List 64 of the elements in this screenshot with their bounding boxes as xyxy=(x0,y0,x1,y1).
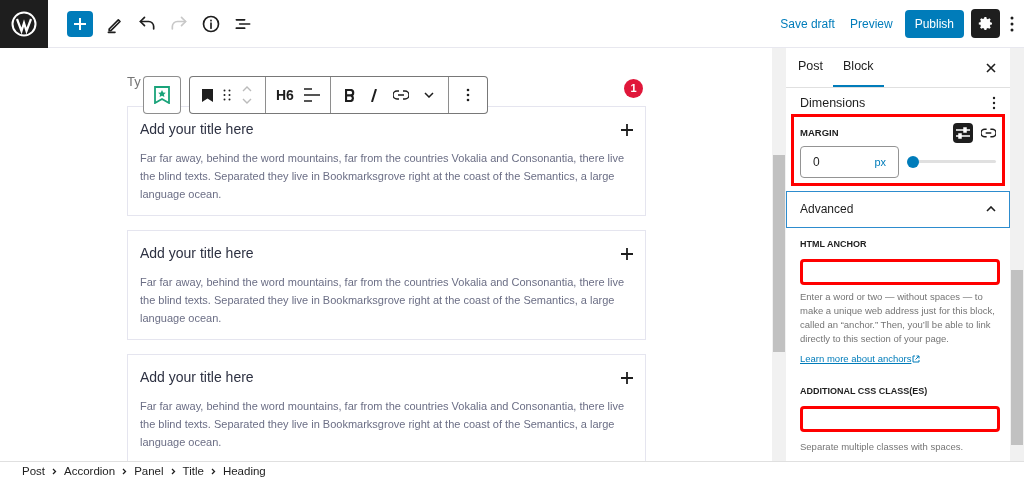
scrollbar[interactable] xyxy=(1010,48,1024,461)
plus-icon[interactable] xyxy=(621,371,633,384)
heading-level-button[interactable]: H6 xyxy=(276,84,294,106)
link-icon[interactable] xyxy=(392,90,409,100)
unit-label[interactable]: px xyxy=(874,153,886,170)
field-label: ADDITIONAL CSS CLASS(ES) xyxy=(800,384,929,398)
plus-icon[interactable] xyxy=(621,247,633,260)
panel-title[interactable]: Add your title here xyxy=(140,367,254,388)
margin-label: MARGIN xyxy=(800,125,839,140)
save-draft-link[interactable]: Save draft xyxy=(780,14,835,33)
bold-icon[interactable] xyxy=(344,88,355,102)
add-block-button[interactable] xyxy=(67,10,93,37)
sidebar-tab[interactable]: Post xyxy=(788,48,833,87)
advanced-panel-header[interactable]: Advanced xyxy=(786,190,1010,228)
external-link-icon xyxy=(912,355,921,364)
panel-body: Far far away, behind the word mountains, far from the countries Vokalia and Consonantia, there live the blind texts. Separated they live in Bookmarksgrove right at the coast of the Semantics, a large language ocean. xyxy=(140,151,626,202)
bookmark-star-icon xyxy=(154,86,170,104)
margin-input[interactable]: 0 px xyxy=(800,145,899,178)
margin-slider[interactable] xyxy=(907,155,996,168)
plus-icon[interactable] xyxy=(621,123,633,136)
block-type-button[interactable] xyxy=(143,76,181,114)
field-label: HTML ANCHOR xyxy=(800,237,868,251)
breadcrumb-link[interactable]: Panel xyxy=(134,462,164,481)
help-text: Separate multiple classes with spaces. xyxy=(800,440,965,454)
breadcrumb-link[interactable]: Title xyxy=(182,462,204,481)
more-options-icon[interactable] xyxy=(465,88,470,102)
info-icon xyxy=(201,13,221,34)
sidebar-tab[interactable]: Block xyxy=(833,48,884,87)
plus-icon xyxy=(73,16,87,31)
panel-title[interactable]: Add your title here xyxy=(140,119,254,140)
drag-handle-icon[interactable] xyxy=(223,89,231,101)
panel-title[interactable]: Add your title here xyxy=(140,243,254,264)
gear-icon xyxy=(977,15,994,32)
close-icon[interactable] xyxy=(986,62,996,73)
chevron-right-icon xyxy=(210,468,216,475)
bookmark-icon[interactable] xyxy=(202,88,213,102)
section-title: Dimensions xyxy=(800,95,866,112)
breadcrumb-link[interactable]: Accordion xyxy=(64,462,116,481)
panel-body: Far far away, behind the word mountains, far from the countries Vokalia and Consonantia, there live the blind texts. Separated they live in Bookmarksgrove right at the coast of the Semantics, a large language ocean. xyxy=(140,399,626,450)
chevron-right-icon xyxy=(122,468,128,475)
notification-badge: 1 xyxy=(624,79,643,98)
learn-more-link[interactable]: Learn more about anchors xyxy=(800,352,996,367)
preview-link[interactable]: Preview xyxy=(849,14,893,33)
align-icon[interactable] xyxy=(303,88,320,102)
breadcrumb-link[interactable]: Post xyxy=(22,462,45,481)
css-class-input[interactable] xyxy=(800,406,1000,432)
wordpress-logo[interactable] xyxy=(0,0,48,48)
html-anchor-input[interactable] xyxy=(800,259,1000,286)
scrollbar[interactable] xyxy=(772,48,786,461)
chevron-right-icon xyxy=(170,468,176,475)
chevron-up-icon xyxy=(986,206,996,213)
breadcrumb-link[interactable]: Heading xyxy=(222,462,266,481)
more-options-icon[interactable] xyxy=(1010,15,1014,32)
publish-button[interactable]: Publish xyxy=(904,9,964,38)
chevron-right-icon xyxy=(52,468,57,475)
italic-icon[interactable] xyxy=(369,88,378,102)
chevron-down-icon[interactable] xyxy=(423,92,434,98)
more-options-icon[interactable] xyxy=(992,96,996,111)
block-placeholder[interactable]: Ty xyxy=(127,72,141,96)
panel-body: Far far away, behind the word mountains, far from the countries Vokalia and Consonantia, there live the blind texts. Separated they live in Bookmarksgrove right at the coast of the Semantics, a large language ocean. xyxy=(140,275,626,326)
help-text: Enter a word or two — without spaces — to make a unique web address just for this block, called an “anchor.” Then, you’ll be able to link directly to this section of your page. xyxy=(800,290,996,347)
link-icon[interactable] xyxy=(981,127,996,138)
settings-button[interactable] xyxy=(971,9,1000,38)
sliders-icon[interactable] xyxy=(953,122,973,143)
